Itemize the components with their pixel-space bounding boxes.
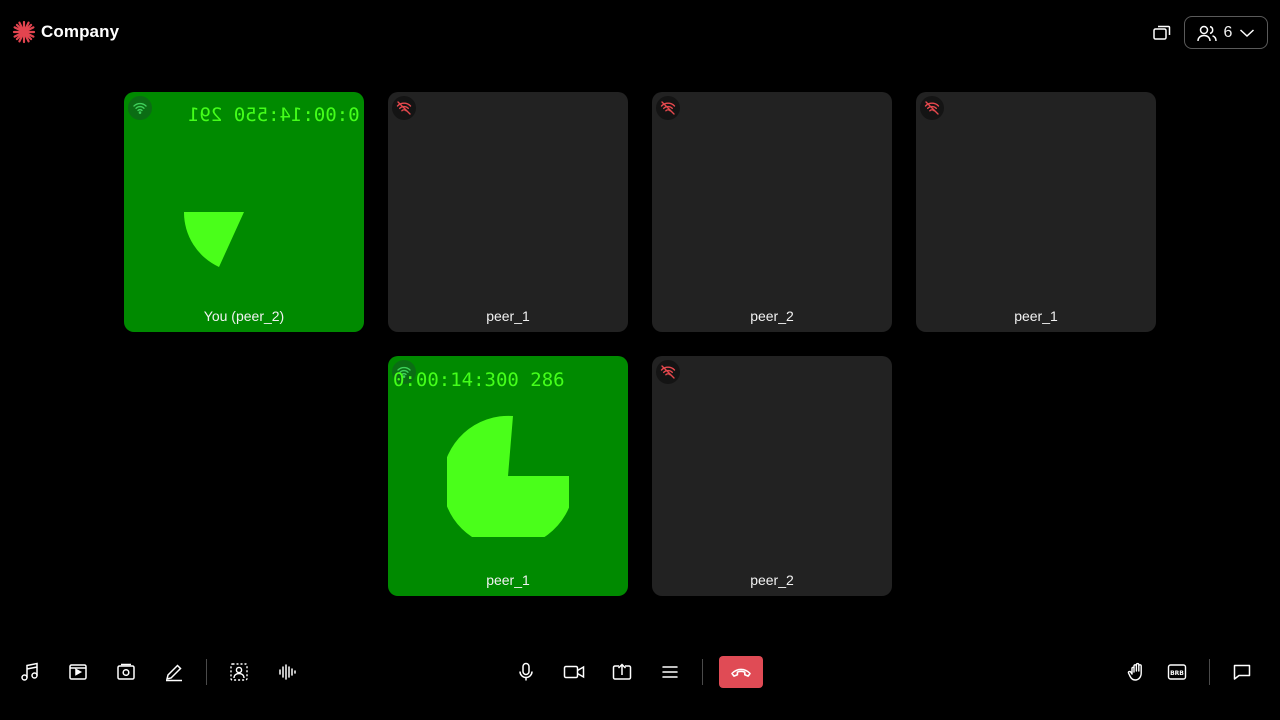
network-poor-icon bbox=[656, 96, 680, 120]
brand-name: Company bbox=[41, 22, 120, 41]
network-good-icon bbox=[128, 96, 152, 120]
leave-call-button[interactable] bbox=[719, 656, 763, 688]
brand: Company bbox=[12, 20, 119, 44]
pencil-icon[interactable] bbox=[162, 660, 186, 684]
video-timestamp: 0:00:14:300 286 bbox=[393, 369, 565, 391]
video-tile[interactable]: peer_2 bbox=[652, 92, 892, 332]
noise-cancel-icon[interactable] bbox=[275, 660, 299, 684]
video-pie-graphic bbox=[184, 212, 244, 267]
toolbar-divider bbox=[702, 659, 703, 685]
video-playlist-icon[interactable] bbox=[66, 660, 90, 684]
toolbar-divider bbox=[206, 659, 207, 685]
video-tile[interactable]: peer_2 bbox=[652, 356, 892, 596]
video-pie-graphic bbox=[447, 415, 569, 537]
virtual-background-icon[interactable] bbox=[227, 660, 251, 684]
chat-icon[interactable] bbox=[1230, 660, 1254, 684]
brb-icon[interactable]: BRB bbox=[1165, 660, 1189, 684]
raise-hand-icon[interactable] bbox=[1125, 660, 1149, 684]
peer-name-label: peer_1 bbox=[486, 572, 530, 588]
network-poor-icon bbox=[392, 96, 416, 120]
peer-name-label: peer_2 bbox=[750, 572, 794, 588]
video-tile[interactable]: peer_1 bbox=[916, 92, 1156, 332]
network-poor-icon bbox=[920, 96, 944, 120]
video-timestamp: 0:00:14:550 291 bbox=[188, 104, 360, 126]
participant-count: 6 bbox=[1223, 23, 1233, 41]
participants-icon bbox=[1196, 25, 1217, 41]
company-logo-icon bbox=[12, 20, 36, 44]
leave-call-icon bbox=[731, 668, 751, 677]
toolbar-divider bbox=[1209, 659, 1210, 685]
peer-name-label: peer_1 bbox=[486, 308, 530, 324]
camera-icon[interactable] bbox=[562, 660, 586, 684]
peer-name-label: peer_1 bbox=[1014, 308, 1058, 324]
menu-icon[interactable] bbox=[658, 660, 682, 684]
music-icon[interactable] bbox=[18, 660, 42, 684]
pip-layout-icon[interactable] bbox=[1150, 21, 1174, 45]
video-tile-self[interactable]: 0:00:14:550 291 You (peer_2) bbox=[124, 92, 364, 332]
participants-button[interactable]: 6 bbox=[1184, 16, 1268, 49]
video-tile[interactable]: 0:00:14:300 286 peer_1 bbox=[388, 356, 628, 596]
svg-text:BRB: BRB bbox=[1170, 670, 1184, 677]
microphone-icon[interactable] bbox=[514, 660, 538, 684]
image-icon[interactable] bbox=[114, 660, 138, 684]
chevron-down-icon bbox=[1240, 28, 1255, 37]
peer-name-label: You (peer_2) bbox=[203, 308, 285, 324]
video-tile[interactable]: peer_1 bbox=[388, 92, 628, 332]
screen-share-icon[interactable] bbox=[610, 660, 634, 684]
peer-name-label: peer_2 bbox=[750, 308, 794, 324]
network-poor-icon bbox=[656, 360, 680, 384]
